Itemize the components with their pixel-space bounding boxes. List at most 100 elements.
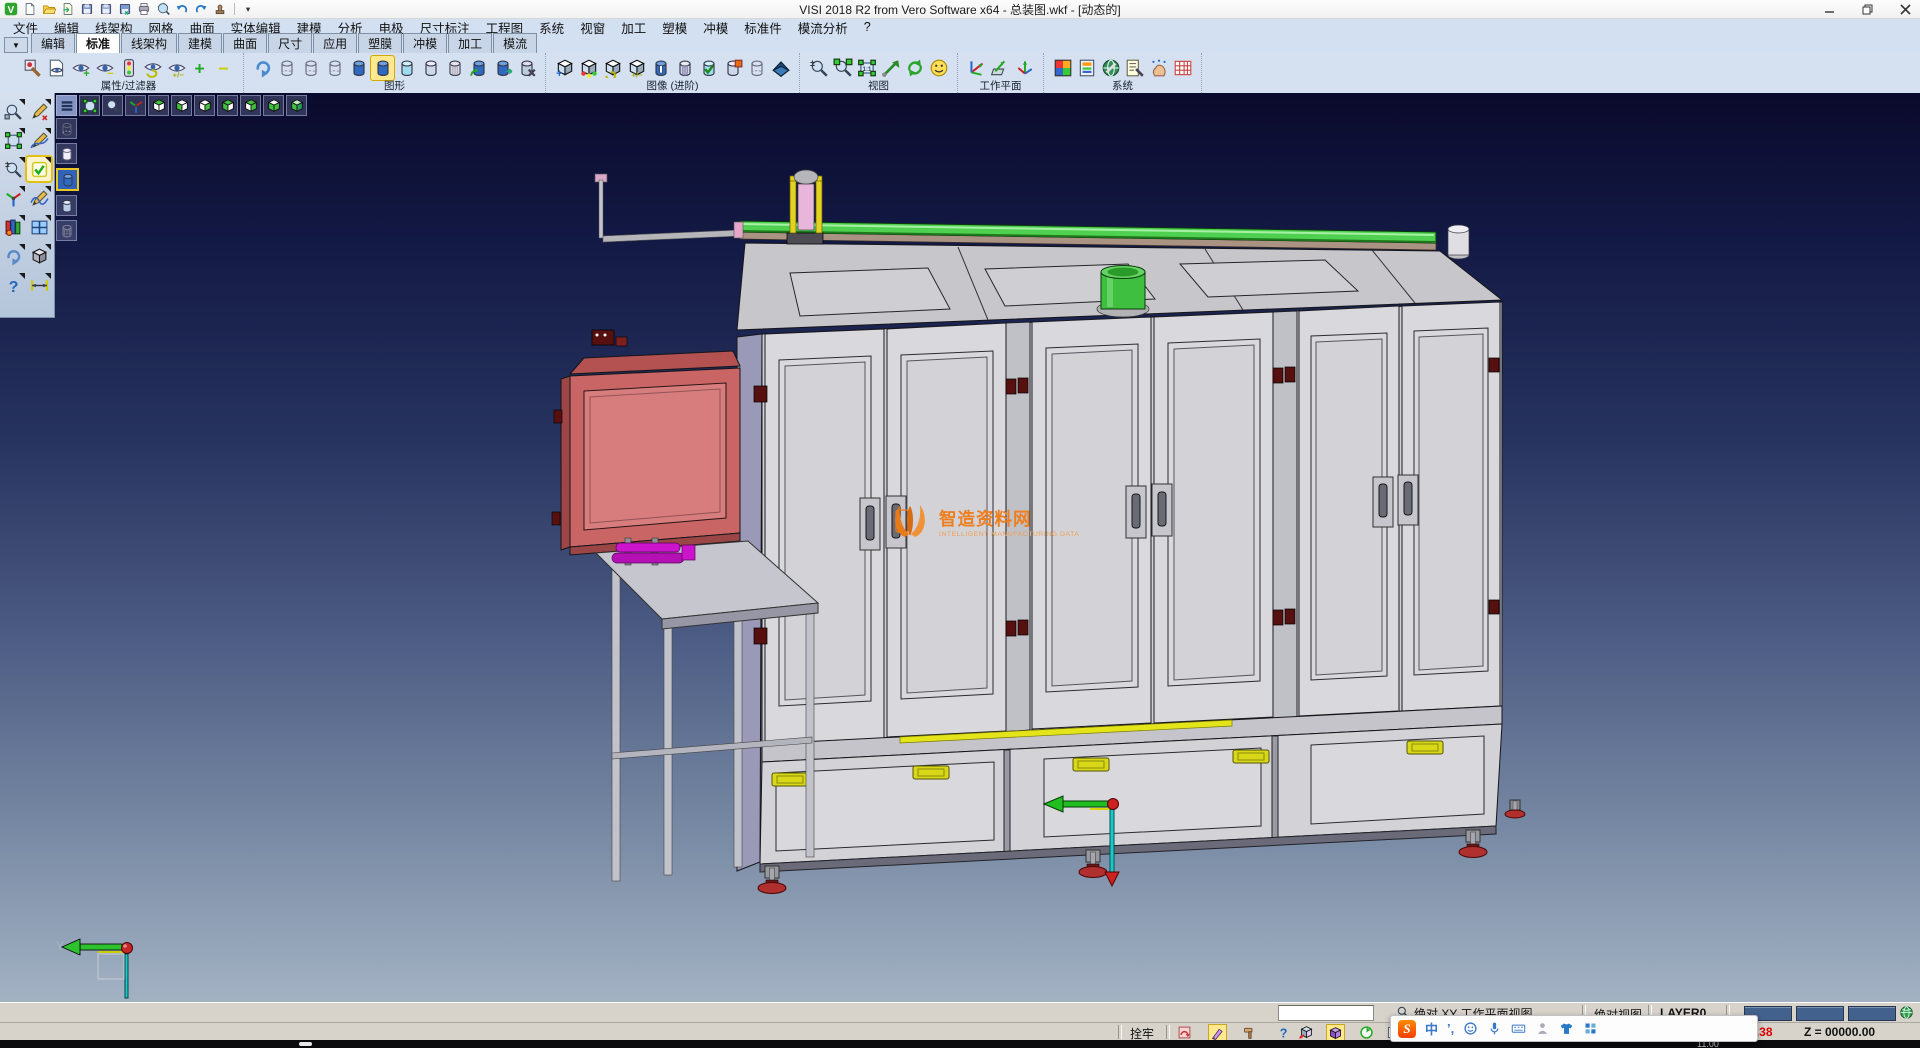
cyl-wire-d-icon[interactable] bbox=[745, 56, 768, 80]
tab-6[interactable]: 应用 bbox=[313, 33, 357, 53]
axes-ucs-icon[interactable] bbox=[1, 186, 25, 210]
minimize-icon[interactable] bbox=[1822, 3, 1836, 15]
eye-plusminus-icon[interactable]: +/− bbox=[165, 56, 188, 80]
cube-refresh-icon[interactable] bbox=[601, 56, 624, 80]
menu-item-15[interactable]: 冲模 bbox=[695, 17, 736, 38]
paint-filter-icon[interactable] bbox=[21, 56, 44, 80]
eye-add-icon[interactable]: + bbox=[69, 56, 92, 80]
cube-back-icon[interactable] bbox=[217, 95, 238, 116]
cyl-wire-c-icon[interactable] bbox=[323, 56, 346, 80]
cube-bottom-icon[interactable] bbox=[171, 95, 192, 116]
new-doc-icon[interactable] bbox=[22, 1, 38, 17]
menu-item-18[interactable]: ? bbox=[856, 19, 879, 35]
eye-remove-icon[interactable]: − bbox=[93, 56, 116, 80]
cyl-slot-icon[interactable] bbox=[649, 56, 672, 80]
keyboard-icon[interactable] bbox=[1511, 1021, 1526, 1036]
tab-4[interactable]: 曲面 bbox=[223, 33, 267, 53]
axes-workplane-a-icon[interactable] bbox=[965, 56, 988, 80]
cubes-add-icon[interactable]: + bbox=[553, 56, 576, 80]
tab-3[interactable]: 建模 bbox=[178, 33, 222, 53]
ime-punctuation-toggle[interactable]: ’, bbox=[1447, 1021, 1454, 1036]
model-viewport[interactable]: Y ±? bbox=[0, 93, 1920, 1002]
list-config-icon[interactable] bbox=[1123, 56, 1146, 80]
refresh-regen-icon[interactable] bbox=[1, 244, 25, 268]
menu-item-13[interactable]: 加工 bbox=[613, 17, 654, 38]
axes-workplane-c-icon[interactable] bbox=[1013, 56, 1036, 80]
menu-item-14[interactable]: 塑模 bbox=[654, 17, 695, 38]
books-attributes-icon[interactable] bbox=[1, 215, 25, 239]
import-file-icon[interactable] bbox=[60, 1, 76, 17]
link-arrow-icon[interactable] bbox=[879, 56, 902, 80]
wireframe-icon[interactable] bbox=[56, 118, 77, 139]
zoom-dynamic-icon[interactable] bbox=[102, 95, 123, 116]
hammer-build-icon[interactable] bbox=[1241, 1024, 1258, 1040]
question-help-icon[interactable]: ? bbox=[1, 273, 25, 297]
tab-5[interactable]: 尺寸 bbox=[268, 33, 312, 53]
visi-logo-icon[interactable]: V bbox=[3, 1, 19, 17]
pencil-edit-icon[interactable] bbox=[27, 99, 51, 123]
history-red-icon[interactable] bbox=[1176, 1024, 1193, 1040]
mesh-icon[interactable] bbox=[56, 220, 77, 241]
prism-dark-icon[interactable] bbox=[769, 56, 792, 80]
ime-logo-icon[interactable]: S bbox=[1398, 1020, 1416, 1038]
wrench-globe-icon[interactable] bbox=[1099, 56, 1122, 80]
hidden-line-icon[interactable] bbox=[56, 143, 77, 164]
redo-icon[interactable] bbox=[193, 1, 209, 17]
frame-fit-icon[interactable] bbox=[79, 95, 100, 116]
menu-item-11[interactable]: 系统 bbox=[531, 17, 572, 38]
cube-shading-icon[interactable] bbox=[27, 244, 51, 268]
tab-8[interactable]: 冲模 bbox=[403, 33, 447, 53]
hand-snap-icon[interactable] bbox=[1147, 56, 1170, 80]
globe-icon[interactable] bbox=[1899, 1005, 1914, 1020]
axes-workplane-b-icon[interactable] bbox=[989, 56, 1012, 80]
cyl-copy-icon[interactable] bbox=[491, 56, 514, 80]
menu-item-16[interactable]: 标准件 bbox=[736, 17, 790, 38]
refresh-view-icon[interactable] bbox=[903, 56, 926, 80]
cubes-traffic-icon[interactable] bbox=[577, 56, 600, 80]
tab-1[interactable]: 标准 bbox=[76, 33, 120, 53]
check-filter-icon[interactable] bbox=[27, 157, 51, 181]
hamburger-icon[interactable] bbox=[56, 95, 77, 116]
filter-remove-icon[interactable]: − bbox=[213, 56, 236, 80]
ime-language-toggle[interactable]: 中 bbox=[1425, 1019, 1438, 1038]
tab-9[interactable]: 加工 bbox=[448, 33, 492, 53]
open-folder-icon[interactable] bbox=[41, 1, 57, 17]
undo-icon[interactable] bbox=[174, 1, 190, 17]
question-context-icon[interactable]: ? bbox=[1275, 1024, 1292, 1040]
globe-icon[interactable] bbox=[1899, 1005, 1914, 1023]
restore-icon[interactable] bbox=[1860, 3, 1874, 15]
eye-refresh-icon[interactable] bbox=[141, 56, 164, 80]
pencil-spline-icon[interactable] bbox=[27, 128, 51, 152]
cyl-green-swap-icon[interactable] bbox=[467, 56, 490, 80]
microphone-icon[interactable] bbox=[1487, 1021, 1502, 1036]
doc-eye-icon[interactable] bbox=[45, 56, 68, 80]
traffic-filter-icon[interactable] bbox=[117, 56, 140, 80]
cube-left-icon[interactable] bbox=[240, 95, 261, 116]
zoom-box-icon[interactable]: ± bbox=[1, 157, 25, 181]
close-icon[interactable] bbox=[1898, 3, 1912, 15]
zoom-add-icon[interactable]: ± bbox=[807, 56, 830, 80]
cyl-light-icon[interactable] bbox=[419, 56, 442, 80]
toolbar-options-dropdown-icon[interactable]: ▾ bbox=[241, 1, 257, 17]
cube-export-icon[interactable] bbox=[1298, 1024, 1315, 1040]
print-preview-icon[interactable] bbox=[155, 1, 171, 17]
cyl-solid-icon[interactable] bbox=[347, 56, 370, 80]
cube-top-icon[interactable] bbox=[148, 95, 169, 116]
export-file-icon[interactable] bbox=[117, 1, 133, 17]
menu-item-12[interactable]: 视窗 bbox=[572, 17, 613, 38]
color-panel-icon[interactable] bbox=[1075, 56, 1098, 80]
cube-plusminus-icon[interactable]: +/− bbox=[625, 56, 648, 80]
cyl-cyan-icon[interactable] bbox=[395, 56, 418, 80]
circle-refresh-icon[interactable] bbox=[1358, 1024, 1375, 1040]
axes-mini-icon[interactable] bbox=[125, 95, 146, 116]
cube-front-icon[interactable] bbox=[194, 95, 215, 116]
shaded-edges-icon[interactable] bbox=[56, 195, 77, 216]
refresh-graphics-icon[interactable] bbox=[251, 56, 274, 80]
color-grid-icon[interactable] bbox=[1051, 56, 1074, 80]
smiley-render-icon[interactable] bbox=[927, 56, 950, 80]
tabbar-dropdown-icon[interactable]: ▼ bbox=[4, 37, 28, 53]
tab-10[interactable]: 模流 bbox=[493, 33, 537, 53]
shaded-icon[interactable] bbox=[56, 168, 79, 191]
cyl-wire-b-icon[interactable] bbox=[299, 56, 322, 80]
zoom-multi-icon[interactable] bbox=[831, 56, 854, 80]
